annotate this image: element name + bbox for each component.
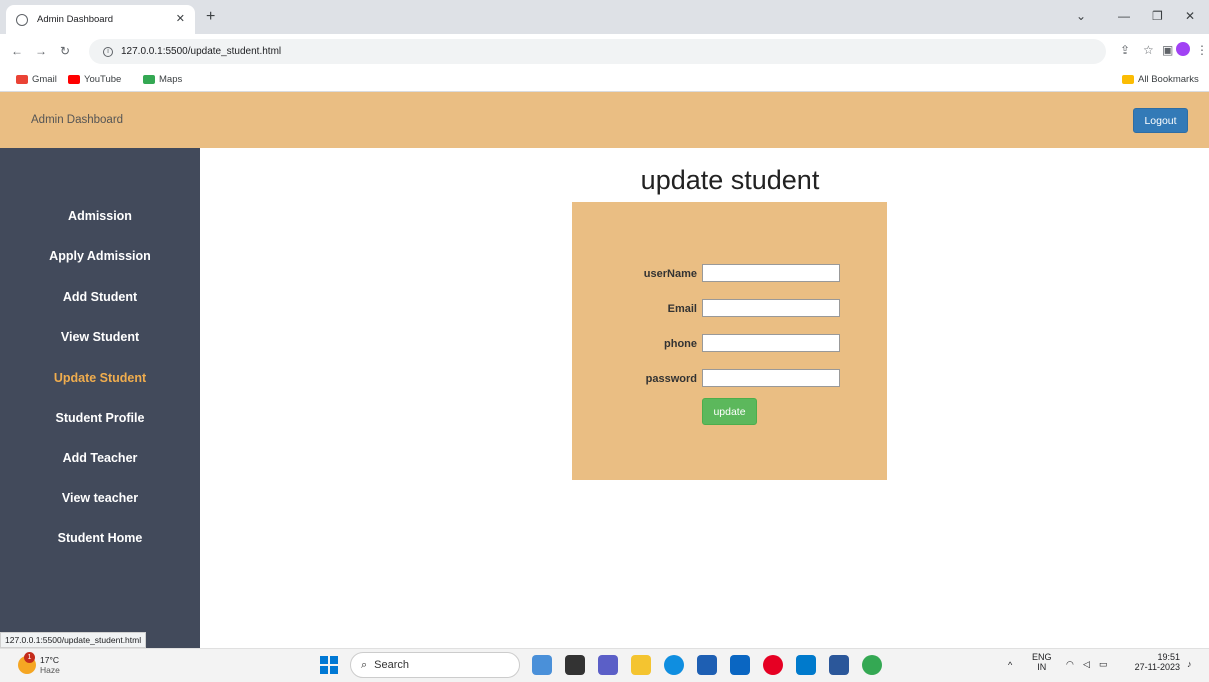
sidebar-item-update-student[interactable]: Update Student — [0, 371, 200, 385]
app-icon-1[interactable] — [532, 655, 552, 675]
username-label: userName — [643, 268, 697, 280]
bookmark-gmail[interactable]: Gmail — [16, 74, 57, 85]
page-title: update student — [640, 165, 820, 195]
status-bar-url: 127.0.0.1:5500/update_student.html — [0, 632, 147, 648]
sidebar-item-view-student[interactable]: View Student — [0, 330, 200, 344]
word-icon[interactable] — [829, 655, 849, 675]
close-tab-icon[interactable]: ✕ — [176, 12, 185, 25]
temperature-text: 17°C — [40, 655, 59, 665]
app-icon-2[interactable] — [565, 655, 585, 675]
edge-icon[interactable] — [664, 655, 684, 675]
site-info-icon[interactable]: i — [103, 46, 113, 57]
sidebar-item-apply-admission[interactable]: Apply Admission — [0, 249, 200, 263]
weather-widget[interactable]: 1 17°C Haze — [18, 652, 60, 675]
sidepanel-icon[interactable]: ▣ — [1162, 43, 1173, 57]
chevron-up-icon[interactable]: ^ — [1008, 660, 1012, 670]
weather-condition: Haze — [40, 665, 60, 675]
linkedin-icon[interactable] — [730, 655, 750, 675]
tab-search-icon[interactable]: ⌄ — [1076, 9, 1086, 23]
close-window-icon[interactable]: ✕ — [1185, 9, 1195, 23]
windows-start-icon[interactable] — [320, 656, 338, 674]
gmail-icon — [16, 75, 28, 84]
pinterest-icon[interactable] — [763, 655, 783, 675]
sidebar-item-student-profile[interactable]: Student Profile — [0, 411, 200, 425]
bookmark-maps[interactable]: Maps — [143, 74, 182, 85]
battery-icon[interactable]: ▭ — [1099, 659, 1108, 670]
sidebar-item-add-teacher[interactable]: Add Teacher — [0, 451, 200, 465]
sidebar: Admission Apply Admission Add Student Vi… — [0, 148, 200, 648]
sidebar-item-student-home[interactable]: Student Home — [0, 531, 200, 545]
language-indicator[interactable]: ENG IN — [1032, 652, 1052, 672]
weather-sun-icon: 1 — [18, 652, 36, 674]
share-icon[interactable]: ⇪ — [1120, 43, 1130, 57]
profile-avatar[interactable] — [1176, 42, 1190, 56]
teams-icon[interactable] — [598, 655, 618, 675]
url-bar[interactable]: i 127.0.0.1:5500/update_student.html — [89, 39, 1106, 64]
update-button[interactable]: update — [702, 398, 757, 425]
app-header: Admin Dashboard — [0, 92, 1209, 148]
tab-title: Admin Dashboard — [37, 14, 114, 25]
chrome-menu-icon[interactable]: ⋮ — [1196, 43, 1208, 57]
search-placeholder: Search — [374, 659, 410, 671]
phone-label: phone — [664, 338, 697, 350]
restore-icon[interactable]: ❐ — [1152, 9, 1163, 23]
back-icon[interactable]: ← — [11, 44, 23, 58]
search-icon: ⌕ — [361, 658, 368, 671]
bookmark-youtube[interactable]: YouTube — [68, 74, 121, 85]
bookmark-star-icon[interactable]: ☆ — [1143, 43, 1154, 57]
password-field[interactable] — [702, 369, 840, 387]
reload-icon[interactable]: ↻ — [60, 44, 70, 58]
brand-link[interactable]: Admin Dashboard — [31, 114, 123, 126]
sidebar-item-view-teacher[interactable]: View teacher — [0, 491, 200, 505]
globe-icon — [16, 13, 28, 26]
url-text: 127.0.0.1:5500/update_student.html — [121, 46, 282, 57]
clock[interactable]: 19:51 27-11-2023 — [1118, 652, 1180, 672]
notification-bell-icon[interactable]: ♪ — [1187, 659, 1192, 669]
logout-button[interactable]: Logout — [1133, 108, 1188, 133]
sidebar-item-add-student[interactable]: Add Student — [0, 290, 200, 304]
phone-field[interactable] — [702, 334, 840, 352]
new-tab-icon[interactable]: + — [206, 8, 215, 26]
email-field[interactable] — [702, 299, 840, 317]
browser-tab[interactable]: Admin Dashboard ✕ — [6, 5, 195, 34]
file-explorer-icon[interactable] — [631, 655, 651, 675]
maps-icon — [143, 75, 155, 84]
vscode-icon[interactable] — [796, 655, 816, 675]
chrome-icon[interactable] — [862, 655, 882, 675]
folder-icon — [1122, 75, 1134, 84]
address-toolbar: ← → ↻ i 127.0.0.1:5500/update_student.ht… — [0, 34, 1209, 68]
wifi-icon[interactable]: ◠ — [1066, 659, 1074, 670]
all-bookmarks[interactable]: All Bookmarks — [1122, 74, 1199, 85]
username-field[interactable] — [702, 264, 840, 282]
youtube-icon — [68, 75, 80, 84]
taskbar-search[interactable]: ⌕ Search — [350, 652, 520, 678]
minimize-icon[interactable]: — — [1118, 9, 1130, 23]
email-label: Email — [667, 303, 697, 315]
notification-badge: 1 — [24, 652, 35, 663]
store-icon[interactable] — [697, 655, 717, 675]
browser-tab-strip: Admin Dashboard ✕ + ⌄ — ❐ ✕ — [0, 0, 1209, 34]
volume-icon[interactable]: ◁ — [1083, 659, 1090, 670]
sidebar-item-admission[interactable]: Admission — [0, 209, 200, 223]
forward-icon[interactable]: → — [35, 44, 47, 58]
bookmarks-bar: Gmail YouTube Maps All Bookmarks — [0, 68, 1209, 92]
password-label: password — [645, 373, 697, 385]
